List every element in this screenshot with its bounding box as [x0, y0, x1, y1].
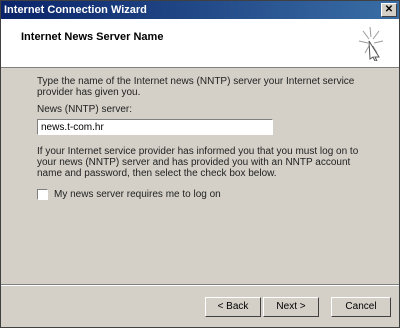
logon-checkbox-label: My news server requires me to log on	[54, 189, 221, 200]
close-icon: ✕	[384, 4, 394, 15]
logon-checkbox[interactable]	[37, 189, 48, 200]
wizard-header: Internet News Server Name	[1, 19, 399, 68]
footer-divider	[1, 284, 399, 286]
wizard-window: Internet Connection Wizard ✕ Internet Ne…	[0, 0, 400, 328]
nntp-server-input[interactable]	[37, 119, 273, 135]
page-title: Internet News Server Name	[21, 31, 164, 43]
nntp-server-label: News (NNTP) server:	[37, 104, 133, 115]
next-button[interactable]: Next >	[263, 297, 319, 317]
logon-info-text: If your Internet service provider has in…	[37, 146, 359, 179]
intro-text: Type the name of the Internet news (NNTP…	[37, 76, 355, 98]
close-button[interactable]: ✕	[381, 3, 397, 17]
logon-checkbox-row[interactable]: My news server requires me to log on	[37, 189, 221, 200]
back-button[interactable]: < Back	[205, 297, 261, 317]
cancel-button[interactable]: Cancel	[331, 297, 391, 317]
wizard-spark-icon	[358, 26, 384, 61]
title-bar: Internet Connection Wizard ✕	[1, 1, 399, 19]
window-title: Internet Connection Wizard	[4, 4, 147, 16]
